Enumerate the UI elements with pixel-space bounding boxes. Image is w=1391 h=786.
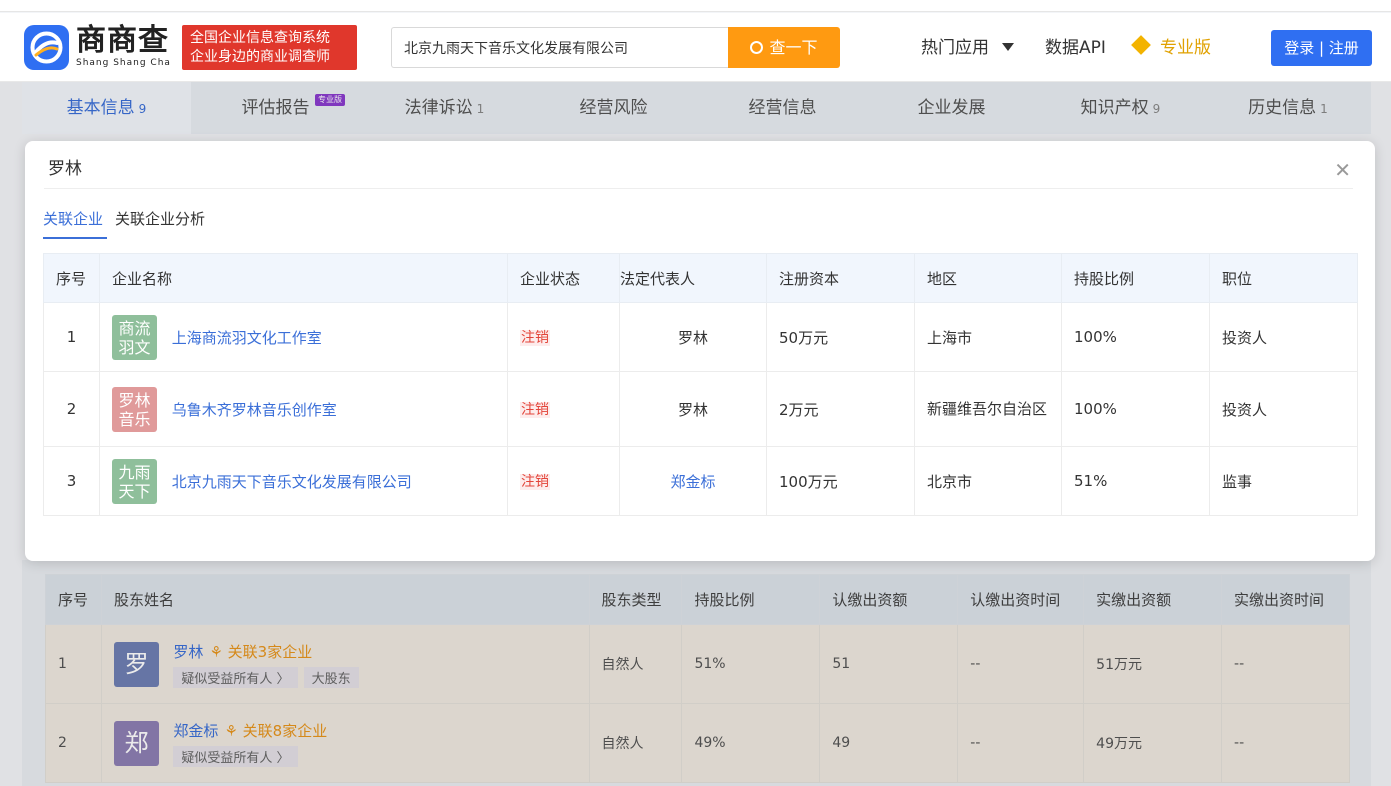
modal-title: 罗林 — [48, 159, 82, 179]
cell-legal-rep: 罗林 — [619, 371, 767, 447]
search-icon — [750, 41, 764, 54]
search-input[interactable] — [391, 27, 729, 68]
cell-company: 罗林 音乐 乌鲁木齐罗林音乐创作室 — [99, 371, 508, 447]
logo-line: 羽文 — [118, 337, 151, 357]
company-name-link[interactable]: 北京九雨天下音乐文化发展有限公司 — [172, 471, 412, 492]
logo-line: 音乐 — [118, 409, 151, 429]
logo-line: 天下 — [118, 481, 151, 501]
cell-region: 新疆维吾尔自治区 — [914, 371, 1062, 447]
legal-rep-link[interactable]: 郑金标 — [670, 473, 715, 491]
company-logo: 罗林 音乐 — [112, 386, 157, 432]
cell-status: 注销 — [507, 446, 620, 516]
table-row: 2 罗林 音乐 乌鲁木齐罗林音乐创作室 注销 罗林 2万元 新疆维吾尔自治区 10… — [43, 371, 1358, 447]
cell-legal-rep: 罗林 — [619, 302, 767, 372]
cell-idx: 1 — [43, 302, 100, 372]
cell-position: 投资人 — [1209, 371, 1358, 447]
col-header: 企业名称 — [99, 253, 508, 303]
active-tab-indicator — [43, 237, 107, 239]
logo-line: 九雨 — [118, 462, 151, 482]
slogan-line-2: 企业身边的商业调查师 — [190, 49, 330, 65]
slogan-badge: 全国企业信息查询系统 企业身边的商业调查师 — [182, 25, 357, 70]
related-companies-modal: 罗林 ✕ 关联企业 关联企业分析 序号 企业名称 企业状态 法定代表人 注册资本… — [25, 141, 1375, 561]
cell-status: 注销 — [507, 302, 620, 372]
cell-ratio: 51% — [1061, 446, 1210, 516]
cell-capital: 2万元 — [766, 371, 915, 447]
related-header-row: 序号 企业名称 企业状态 法定代表人 注册资本 地区 持股比例 职位 — [43, 253, 1358, 303]
logo-icon[interactable] — [24, 25, 69, 70]
nav-data-api[interactable]: 数据API — [1045, 37, 1106, 59]
table-row: 1 商流 羽文 上海商流羽文化工作室 注销 罗林 50万元 上海市 100% 投资… — [43, 302, 1358, 372]
logo-en: Shang Shang Cha — [76, 58, 171, 68]
search-button[interactable]: 查一下 — [728, 27, 840, 68]
col-header: 持股比例 — [1061, 253, 1210, 303]
nav-hot-apps-label: 热门应用 — [921, 38, 989, 58]
slogan-line-1: 全国企业信息查询系统 — [190, 30, 330, 46]
col-header: 法定代表人 — [619, 253, 767, 303]
cell-position: 监事 — [1209, 446, 1358, 516]
cell-capital: 50万元 — [766, 302, 915, 372]
login-register-button[interactable]: 登录 | 注册 — [1271, 30, 1372, 66]
col-header: 注册资本 — [766, 253, 915, 303]
cell-legal-rep: 郑金标 — [619, 446, 767, 516]
nav-pro-label: 专业版 — [1160, 38, 1211, 58]
nav-hot-apps[interactable]: 热门应用 — [921, 37, 1015, 59]
cell-idx: 3 — [43, 446, 100, 516]
col-header: 序号 — [43, 253, 100, 303]
logo-line: 罗林 — [118, 390, 151, 410]
company-logo: 九雨 天下 — [112, 458, 157, 504]
cell-ratio: 100% — [1061, 371, 1210, 447]
search-button-label: 查一下 — [769, 38, 818, 57]
company-logo: 商流 羽文 — [112, 314, 157, 360]
col-header: 职位 — [1209, 253, 1358, 303]
cell-company: 商流 羽文 上海商流羽文化工作室 — [99, 302, 508, 372]
logo-line: 商流 — [118, 318, 151, 338]
col-header: 地区 — [914, 253, 1062, 303]
cell-status: 注销 — [507, 371, 620, 447]
nav-pro-version[interactable]: 专业版 — [1131, 35, 1211, 59]
status-badge: 注销 — [520, 402, 550, 418]
close-icon[interactable]: ✕ — [1334, 160, 1351, 180]
cell-region: 北京市 — [914, 446, 1062, 516]
company-name-link[interactable]: 上海商流羽文化工作室 — [172, 327, 322, 348]
cell-idx: 2 — [43, 371, 100, 447]
company-name-link[interactable]: 乌鲁木齐罗林音乐创作室 — [172, 399, 337, 420]
logo-text[interactable]: 商商查 Shang Shang Cha — [76, 25, 171, 69]
cell-company: 九雨 天下 北京九雨天下音乐文化发展有限公司 — [99, 446, 508, 516]
cell-capital: 100万元 — [766, 446, 915, 516]
logo-cn: 商商查 — [76, 23, 169, 58]
caret-down-icon — [1002, 43, 1015, 51]
status-badge: 注销 — [520, 474, 550, 490]
tab-related-analysis[interactable]: 关联企业分析 — [115, 209, 205, 229]
cell-ratio: 100% — [1061, 302, 1210, 372]
table-row: 3 九雨 天下 北京九雨天下音乐文化发展有限公司 注销 郑金标 100万元 北京市… — [43, 446, 1358, 516]
cell-region: 上海市 — [914, 302, 1062, 372]
related-companies-table: 序号 企业名称 企业状态 法定代表人 注册资本 地区 持股比例 职位 1 商流羽… — [43, 253, 1358, 516]
top-strip — [0, 0, 1391, 12]
modal-divider — [44, 188, 1353, 189]
diamond-icon — [1131, 35, 1151, 55]
tab-related-companies[interactable]: 关联企业 — [43, 209, 103, 229]
status-badge: 注销 — [520, 330, 550, 346]
site-header: 商商查 Shang Shang Cha 全国企业信息查询系统 企业身边的商业调查… — [0, 13, 1391, 82]
cell-position: 投资人 — [1209, 302, 1358, 372]
col-header: 企业状态 — [507, 253, 620, 303]
